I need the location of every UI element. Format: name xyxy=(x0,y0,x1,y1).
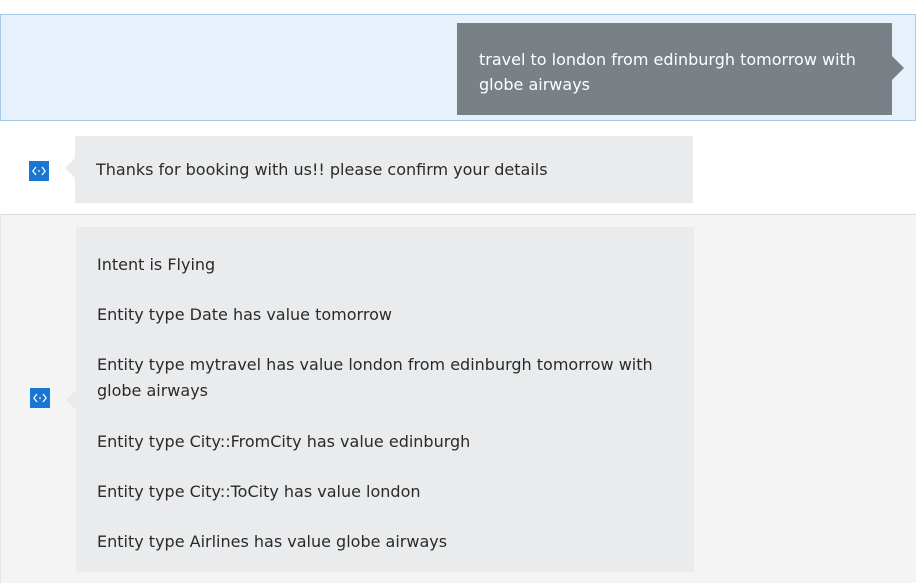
user-message-text: travel to london from edinburgh tomorrow… xyxy=(479,50,856,94)
entity-line-tocity: Entity type City::ToCity has value londo… xyxy=(97,482,421,501)
entity-line-airlines: Entity type Airlines has value globe air… xyxy=(97,532,448,551)
entity-line-mytravel: Entity type mytravel has value london fr… xyxy=(97,355,653,400)
entity-line-date: Entity type Date has value tomorrow xyxy=(97,305,392,324)
bot-code-icon xyxy=(30,388,50,408)
bot-message-row[interactable]: Intent is Flying Entity type Date has va… xyxy=(0,214,916,583)
intent-line: Intent is Flying xyxy=(97,255,216,274)
user-message-row[interactable]: travel to london from edinburgh tomorrow… xyxy=(0,14,916,121)
bot-bubble-tail xyxy=(66,390,76,410)
user-bubble-tail xyxy=(892,56,904,80)
bot-bubble-tail xyxy=(65,158,75,178)
bot-code-icon xyxy=(29,161,49,181)
chat-transcript: travel to london from edinburgh tomorrow… xyxy=(0,0,916,583)
user-message-bubble[interactable]: travel to london from edinburgh tomorrow… xyxy=(457,23,904,115)
bot-message-bubble[interactable]: Thanks for booking with us!! please conf… xyxy=(65,136,693,203)
bot-message-text: Thanks for booking with us!! please conf… xyxy=(96,160,548,179)
entity-line-fromcity: Entity type City::FromCity has value edi… xyxy=(97,432,471,451)
bot-message-row[interactable]: Thanks for booking with us!! please conf… xyxy=(0,121,916,214)
bot-entities-bubble[interactable]: Intent is Flying Entity type Date has va… xyxy=(66,227,694,572)
